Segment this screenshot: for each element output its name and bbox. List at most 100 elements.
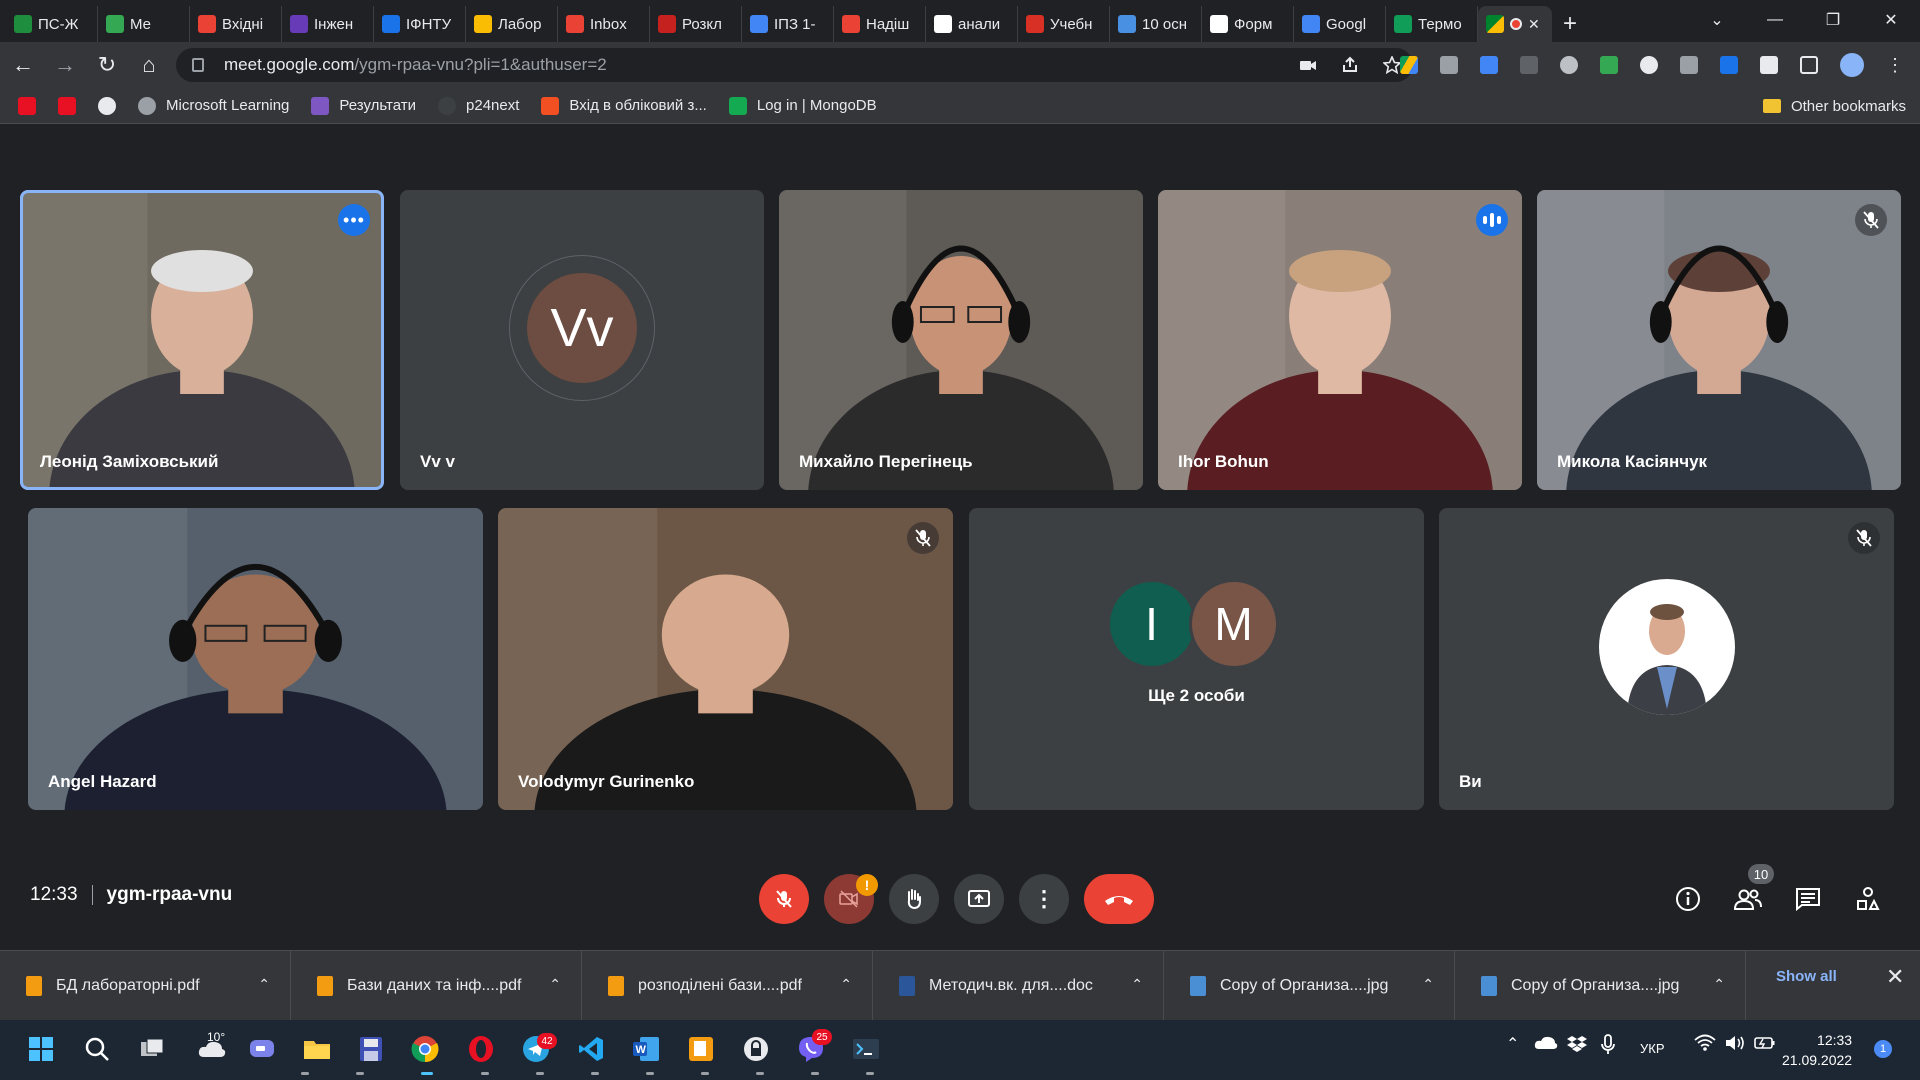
download-options-chevron-icon[interactable]: ⌃ (1422, 976, 1434, 993)
browser-tab[interactable]: Ме (98, 6, 190, 42)
meeting-info-button[interactable] (1671, 882, 1705, 916)
extension-circle-icon[interactable] (1640, 56, 1658, 74)
download-options-chevron-icon[interactable]: ⌃ (1713, 976, 1725, 993)
participant-tile[interactable]: Леонід Заміховський ••• (20, 190, 384, 490)
browser-tab[interactable]: Googl (1294, 6, 1386, 42)
profile-avatar[interactable] (1840, 53, 1864, 77)
camera-permission-icon[interactable] (1299, 56, 1317, 74)
tile-options-icon[interactable]: ••• (338, 204, 370, 236)
present-screen-button[interactable] (954, 874, 1004, 924)
minimize-button[interactable]: — (1746, 0, 1804, 40)
google-translate-icon[interactable] (1480, 56, 1498, 74)
teams-chat-icon[interactable] (247, 1034, 277, 1064)
screenshot-extension-icon[interactable] (1680, 56, 1698, 74)
bookmark-item[interactable]: p24next (438, 96, 519, 115)
microphone-toggle-button[interactable] (759, 874, 809, 924)
wifi-icon[interactable] (1694, 1034, 1716, 1055)
system-clock[interactable]: 12:33 21.09.2022 (1782, 1030, 1852, 1070)
browser-tab[interactable]: Лабор (466, 6, 558, 42)
24-bookmark-icon[interactable] (98, 96, 116, 115)
participant-tile[interactable]: Volodymyr Gurinenko (498, 508, 953, 810)
participant-tile[interactable]: Vv Vv v (400, 190, 764, 490)
browser-tab[interactable]: Учебн (1018, 6, 1110, 42)
participant-tile[interactable]: Микола Касіянчук (1537, 190, 1901, 490)
google-drive-icon[interactable] (1400, 56, 1418, 74)
dropbox-icon[interactable] (1566, 1034, 1588, 1057)
browser-tab[interactable]: Надіш (834, 6, 926, 42)
participant-tile[interactable]: Михайло Перегінець (779, 190, 1143, 490)
extension-grid-icon[interactable] (1520, 56, 1538, 74)
browser-tab[interactable]: ПС-Ж (6, 6, 98, 42)
back-button[interactable]: ← (4, 46, 42, 84)
more-options-button[interactable]: ⋮ (1019, 874, 1069, 924)
show-hidden-icons-chevron[interactable]: ⌃ (1506, 1034, 1519, 1054)
participant-tile[interactable]: Ви (1439, 508, 1894, 810)
reload-button[interactable]: ↻ (88, 46, 126, 84)
participant-tile[interactable]: Angel Hazard (28, 508, 483, 810)
privat-bookmark-icon[interactable] (18, 96, 36, 115)
bookmark-star-icon[interactable] (1383, 56, 1401, 74)
extension-shield-icon[interactable] (1440, 56, 1458, 74)
onedrive-icon[interactable] (1534, 1034, 1558, 1055)
bookmark-item[interactable]: Вхід в обліковий з... (541, 96, 707, 115)
share-icon[interactable] (1341, 56, 1359, 74)
raise-hand-button[interactable] (889, 874, 939, 924)
windows-start-icon[interactable] (26, 1034, 56, 1064)
browser-tab[interactable]: анали (926, 6, 1018, 42)
activities-button[interactable] (1851, 882, 1885, 916)
word-icon[interactable]: W (631, 1034, 661, 1064)
address-bar[interactable]: meet.google.com/ygm-rpaa-vnu?pli=1&authu… (176, 48, 1413, 82)
browser-menu-icon[interactable]: ⋮ (1886, 55, 1904, 76)
browser-tab[interactable]: Inbox (558, 6, 650, 42)
search-icon[interactable] (82, 1034, 112, 1064)
restore-button[interactable]: ❐ (1804, 0, 1862, 40)
close-window-button[interactable]: ✕ (1862, 0, 1920, 40)
download-options-chevron-icon[interactable]: ⌃ (258, 976, 270, 993)
bookmark-item[interactable]: Microsoft Learning (138, 96, 289, 115)
download-options-chevron-icon[interactable]: ⌃ (840, 976, 852, 993)
floppy-app-icon[interactable] (356, 1034, 386, 1064)
browser-tab[interactable]: Інжен (282, 6, 374, 42)
download-item[interactable]: Copy of Организа....jpg ⌃ (1455, 950, 1746, 1021)
input-language[interactable]: УКР (1640, 1041, 1665, 1056)
chrome-taskbar-icon[interactable] (410, 1034, 440, 1064)
home-button[interactable]: ⌂ (130, 46, 168, 84)
p-bookmark-icon[interactable] (58, 96, 76, 115)
close-downloads-bar-icon[interactable]: ✕ (1886, 964, 1904, 990)
download-item[interactable]: БД лабораторні.pdf ⌃ (0, 950, 291, 1021)
pdf-reader-icon[interactable] (686, 1034, 716, 1064)
tab-search-icon[interactable]: ⌄ (1688, 0, 1746, 40)
browser-tab[interactable]: ІПЗ 1- (742, 6, 834, 42)
vpn-lock-icon[interactable] (741, 1034, 771, 1064)
battery-icon[interactable] (1754, 1034, 1776, 1055)
powershell-icon[interactable] (851, 1034, 881, 1064)
vscode-icon[interactable] (576, 1034, 606, 1064)
volume-icon[interactable] (1724, 1034, 1746, 1055)
tab-google-meet-active[interactable]: ✕ (1478, 6, 1552, 42)
microphone-tray-icon[interactable] (1600, 1034, 1616, 1059)
download-item[interactable]: Copy of Организа....jpg ⌃ (1164, 950, 1455, 1021)
download-item[interactable]: Методич.вк. для....doc ⌃ (873, 950, 1164, 1021)
task-view-icon[interactable] (137, 1034, 167, 1064)
extension-chart-icon[interactable] (1600, 56, 1618, 74)
opera-icon[interactable] (466, 1034, 496, 1064)
extensions-puzzle-icon[interactable] (1760, 56, 1778, 74)
side-panel-icon[interactable] (1800, 56, 1818, 74)
forward-button[interactable]: → (46, 46, 84, 84)
chat-button[interactable] (1791, 882, 1825, 916)
download-item[interactable]: розподілені бази....pdf ⌃ (582, 950, 873, 1021)
bookmark-item[interactable]: Log in | MongoDB (728, 96, 877, 115)
download-options-chevron-icon[interactable]: ⌃ (549, 976, 561, 993)
browser-tab[interactable]: Розкл (650, 6, 742, 42)
browser-tab[interactable]: Форм (1202, 6, 1294, 42)
download-options-chevron-icon[interactable]: ⌃ (1131, 976, 1143, 993)
leave-call-button[interactable] (1084, 874, 1154, 924)
close-tab-icon[interactable]: ✕ (1528, 16, 1540, 33)
browser-tab[interactable]: ІФНТУ (374, 6, 466, 42)
notifications-badge[interactable]: 1 (1874, 1040, 1892, 1058)
participant-tile[interactable]: I M Ще 2 особи (969, 508, 1424, 810)
extension-gear-icon[interactable] (1560, 56, 1578, 74)
show-all-downloads-link[interactable]: Show all (1776, 968, 1837, 985)
browser-tab[interactable]: Термо (1386, 6, 1478, 42)
bookmark-item[interactable]: Результати (311, 96, 416, 115)
